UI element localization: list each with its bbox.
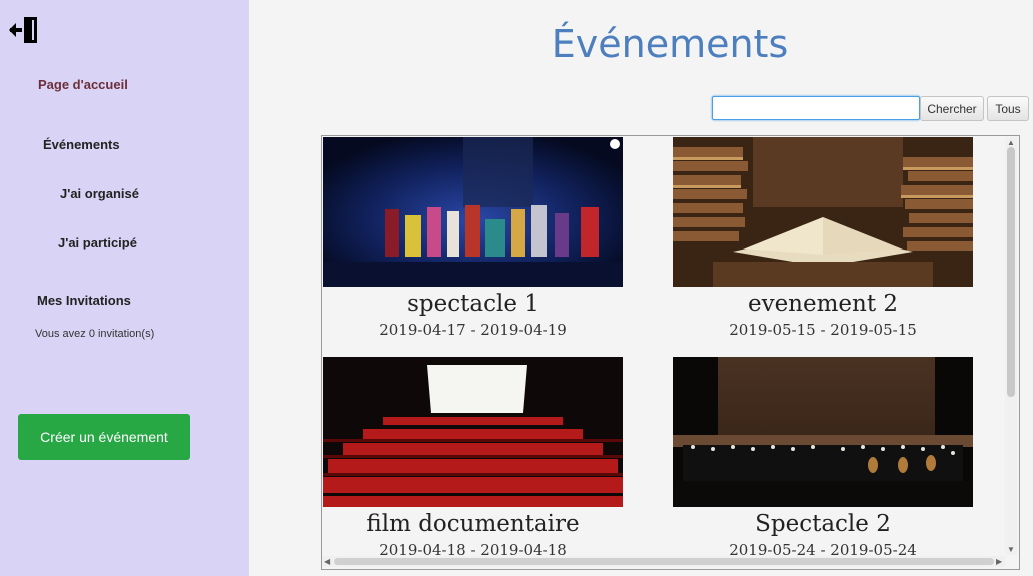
event-name: Spectacle 2	[755, 511, 891, 537]
event-image-evenement	[673, 137, 973, 287]
scroll-up-icon[interactable]: ▲	[1007, 138, 1015, 147]
event-image-spectacle	[323, 137, 623, 287]
event-card[interactable]: evenement 2 2019-05-15 - 2019-05-15	[673, 137, 973, 341]
create-event-button[interactable]: Créer un événement	[18, 414, 190, 460]
nav-organized[interactable]: J'ai organisé	[60, 186, 139, 201]
event-card[interactable]: Spectacle 2 2019-05-24 - 2019-05-24	[673, 357, 973, 561]
vertical-scroll-thumb[interactable]	[1007, 147, 1015, 397]
scroll-down-icon[interactable]: ▼	[1007, 545, 1015, 554]
event-card[interactable]: spectacle 1 2019-04-17 - 2019-04-19	[323, 137, 623, 341]
scroll-right-icon[interactable]: ▶	[996, 557, 1002, 566]
show-all-button[interactable]: Tous	[987, 96, 1029, 121]
nav-invitations[interactable]: Mes Invitations	[37, 293, 131, 308]
search-input[interactable]	[712, 96, 920, 120]
event-dates: 2019-04-17 - 2019-04-19	[379, 321, 567, 339]
event-name: spectacle 1	[407, 291, 539, 317]
event-name: evenement 2	[747, 291, 899, 317]
event-dates: 2019-05-15 - 2019-05-15	[729, 321, 917, 339]
sidebar: Page d'accueil Événements J'ai organisé …	[0, 0, 249, 576]
nav-home[interactable]: Page d'accueil	[38, 77, 128, 92]
search-button[interactable]: Chercher	[920, 96, 984, 121]
nav-participated[interactable]: J'ai participé	[58, 235, 137, 250]
page-title: Événements	[551, 22, 789, 66]
logout-icon[interactable]	[8, 14, 40, 46]
nav-events[interactable]: Événements	[43, 137, 120, 152]
event-image-orchestra	[673, 357, 973, 507]
horizontal-scroll-thumb[interactable]	[334, 558, 994, 565]
event-name: film documentaire	[366, 511, 580, 537]
scroll-left-icon[interactable]: ◀	[324, 557, 330, 566]
event-image-cinema	[323, 357, 623, 507]
invitation-count: Vous avez 0 invitation(s)	[35, 328, 155, 340]
events-grid: spectacle 1 2019-04-17 - 2019-04-19 even…	[321, 135, 1020, 570]
event-card[interactable]: film documentaire 2019-04-18 - 2019-04-1…	[323, 357, 623, 561]
